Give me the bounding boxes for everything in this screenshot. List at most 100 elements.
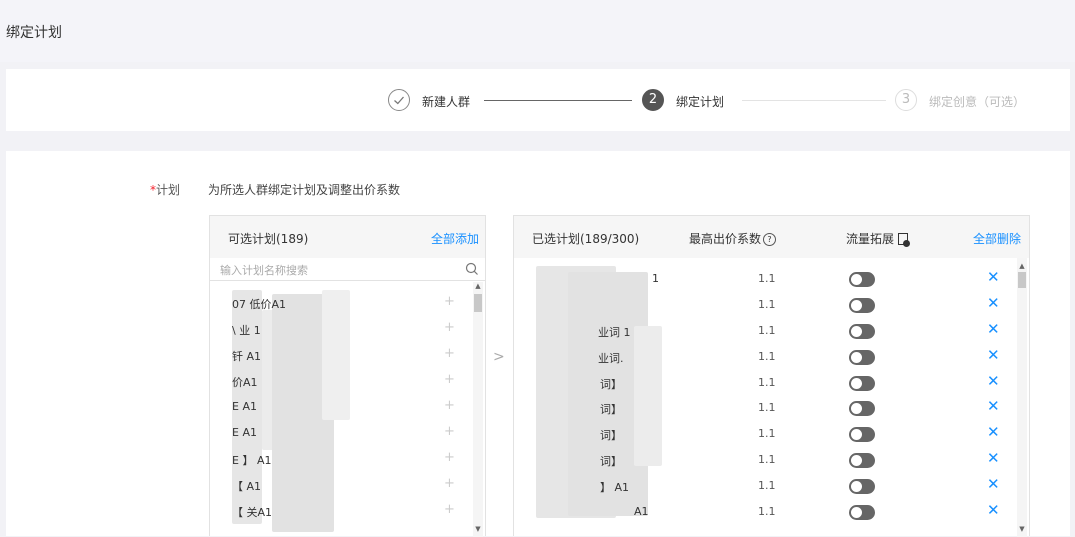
help-icon[interactable]: ? (763, 233, 777, 246)
bid-value[interactable]: 1.1 (758, 376, 776, 389)
bid-value[interactable]: 1.1 (758, 401, 776, 414)
list-item[interactable]: 价A1 + (210, 368, 472, 394)
plan-name: 词】 (600, 403, 622, 417)
right-scrollbar[interactable]: ▲ ▼ (1017, 258, 1027, 537)
selected-plans-header: 已选计划(189/300) 最高出价系数? 流量拓展 全部删除 (514, 216, 1029, 258)
bid-value[interactable]: 1.1 (758, 272, 776, 285)
bid-value[interactable]: 1.1 (758, 350, 776, 363)
bid-value[interactable]: 1.1 (758, 324, 776, 337)
plan-name: 词】 (600, 429, 622, 443)
transfer-arrow-icon[interactable]: > (493, 349, 505, 365)
traffic-toggle[interactable] (849, 323, 875, 339)
list-item[interactable]: 钎 A1 + (210, 342, 472, 368)
plan-search-input[interactable] (218, 260, 462, 280)
bid-header-text: 最高出价系数 (689, 232, 762, 246)
add-icon[interactable]: + (444, 424, 455, 439)
list-item[interactable]: 【 关A1 + (210, 498, 472, 524)
plan-name: E 】 A1 (232, 454, 272, 467)
add-all-link[interactable]: 全部添加 (431, 230, 479, 247)
table-row: 词】 1.1 ✕ (514, 370, 1014, 396)
toggle-knob (851, 377, 862, 389)
plan-name: 业词. (598, 351, 624, 365)
plan-name: E A1 (232, 400, 257, 413)
plan-name: \ 业 1 (232, 324, 261, 337)
traffic-toggle[interactable] (849, 272, 875, 287)
remove-icon[interactable]: ✕ (987, 449, 1000, 467)
left-scrollbar[interactable]: ▲ ▼ (473, 282, 483, 537)
traffic-toggle[interactable] (849, 349, 875, 365)
scroll-up-arrow-icon[interactable]: ▲ (473, 282, 483, 290)
list-item[interactable]: 【 A1 + (210, 472, 472, 498)
list-item[interactable]: E A1 + (210, 394, 472, 420)
table-row: 词】 1.1 ✕ (514, 395, 1014, 421)
add-icon[interactable]: + (444, 346, 455, 361)
traffic-toggle[interactable] (849, 505, 875, 521)
add-icon[interactable]: + (444, 320, 455, 335)
traffic-header-text: 流量拓展 (846, 232, 895, 246)
toggle-knob (851, 507, 862, 519)
search-icon[interactable] (465, 262, 479, 276)
plan-name: 【 A1 (232, 480, 262, 493)
remove-icon[interactable]: ✕ (987, 346, 1000, 364)
plan-name: A1 (634, 505, 649, 519)
step-3-label: 绑定创意（可选） (929, 95, 1026, 109)
list-item[interactable]: E 】 A1 + (210, 446, 472, 472)
plan-name: 业词 1 (598, 325, 631, 339)
add-icon[interactable]: + (444, 294, 455, 309)
remove-icon[interactable]: ✕ (987, 320, 1000, 338)
traffic-toggle[interactable] (849, 297, 875, 313)
add-icon[interactable]: + (444, 372, 455, 387)
list-item[interactable]: \ 业 1 + (210, 316, 472, 342)
add-icon[interactable]: + (444, 476, 455, 491)
traffic-toggle[interactable] (849, 479, 875, 495)
toggle-knob (851, 481, 862, 493)
toggle-knob (851, 325, 862, 337)
check-icon (394, 96, 404, 105)
toggle-knob (851, 351, 862, 363)
available-plans-panel: 可选计划(189) 全部添加 07 低价A1 + \ 业 1 + 钎 A1 + 价A1… (209, 215, 486, 537)
selected-plans-title: 已选计划(189/300) (532, 232, 640, 246)
scroll-up-arrow-icon[interactable]: ▲ (1017, 262, 1027, 270)
bid-value[interactable]: 1.1 (758, 298, 776, 311)
remove-icon[interactable]: ✕ (987, 397, 1000, 415)
traffic-toggle[interactable] (849, 401, 875, 417)
remove-icon[interactable]: ✕ (987, 423, 1000, 441)
bid-value[interactable]: 1.1 (758, 479, 776, 492)
scroll-down-arrow-icon[interactable]: ▼ (473, 525, 483, 533)
step-1-label: 新建人群 (422, 95, 471, 109)
traffic-toggle[interactable] (849, 427, 875, 443)
list-item[interactable]: 07 低价A1 + (210, 290, 472, 316)
plan-name: 价A1 (232, 376, 258, 389)
page-title: 绑定计划 (6, 25, 62, 41)
toggle-knob (851, 455, 862, 467)
left-scrollbar-thumb[interactable] (474, 294, 482, 312)
bid-value[interactable]: 1.1 (758, 505, 776, 518)
step-2-label: 绑定计划 (676, 95, 725, 109)
traffic-toggle[interactable] (849, 375, 875, 391)
available-plans-list: 07 低价A1 + \ 业 1 + 钎 A1 + 价A1 + E A1 + E A1 + E… (210, 290, 472, 532)
bid-value[interactable]: 1.1 (758, 453, 776, 466)
remove-icon[interactable]: ✕ (987, 475, 1000, 493)
scroll-down-arrow-icon[interactable]: ▼ (1017, 525, 1027, 533)
remove-icon[interactable]: ✕ (987, 372, 1000, 390)
right-scrollbar-thumb[interactable] (1018, 272, 1026, 288)
info-doc-icon[interactable] (898, 233, 911, 247)
delete-all-link[interactable]: 全部删除 (973, 230, 1021, 247)
toggle-knob (851, 403, 862, 415)
add-icon[interactable]: + (444, 398, 455, 413)
bid-value[interactable]: 1.1 (758, 427, 776, 440)
table-row: 词】 1.1 ✕ (514, 447, 1014, 473)
table-row: 词】 1.1 ✕ (514, 421, 1014, 447)
remove-icon[interactable]: ✕ (987, 294, 1000, 312)
traffic-toggle[interactable] (849, 453, 875, 469)
plan-name: E A1 (232, 426, 257, 439)
add-icon[interactable]: + (444, 502, 455, 517)
remove-icon[interactable]: ✕ (987, 268, 1000, 286)
plan-description: 为所选人群绑定计划及调整出价系数 (208, 183, 401, 197)
add-icon[interactable]: + (444, 450, 455, 465)
plan-name: 钎 A1 (232, 350, 262, 363)
list-item[interactable]: E A1 + (210, 420, 472, 446)
remove-icon[interactable]: ✕ (987, 501, 1000, 519)
table-row: 1 1.1 ✕ (514, 266, 1014, 292)
table-row: 业词 1 1.1 ✕ (514, 318, 1014, 344)
